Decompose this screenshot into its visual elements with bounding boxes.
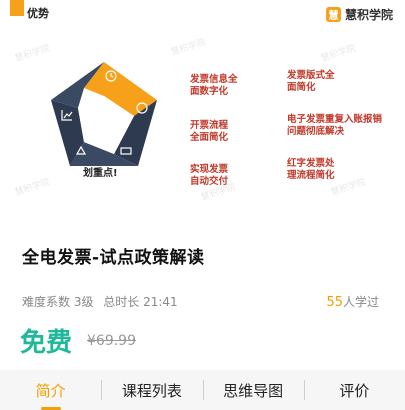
brand-name: 慧积学院 xyxy=(344,8,393,22)
learners-suffix: 人学过 xyxy=(342,295,379,309)
brand-icon: 慧 xyxy=(325,7,341,22)
tab-course-list[interactable]: 课程列表 xyxy=(101,370,202,410)
learners-number: 55 xyxy=(326,295,343,310)
course-cover: 优势 慧 慧积学院 慧积学院 慧积学院 慧积学院 慧积学院 慧积学院 慧积学院 xyxy=(0,0,405,226)
note-text: 发票信息全 面数字化 xyxy=(190,74,238,97)
tab-mind-map[interactable]: 思维导图 xyxy=(202,370,304,410)
course-meta: 难度系数 3级 总时长 21:41 xyxy=(22,293,184,310)
note-text: 开票流程 全面简化 xyxy=(190,120,229,143)
learners-count: 55人学过 xyxy=(326,293,379,310)
corner-accent-bar xyxy=(10,0,24,16)
note-text: 红字发票处 理流程简化 xyxy=(287,158,335,181)
duration-text: 总时长 21:41 xyxy=(103,295,178,309)
course-tabs: 简介 课程列表 思维导图 评价 xyxy=(0,370,405,410)
watermark: 慧积学院 xyxy=(13,177,52,199)
note-text: 实现发票 自动交付 xyxy=(190,164,229,187)
course-title: 全电发票-试点政策解读 xyxy=(22,248,205,268)
tab-intro[interactable]: 简介 xyxy=(0,370,101,410)
center-label: 划重点! xyxy=(83,168,118,179)
price-free: 免费 xyxy=(20,328,73,358)
tab-reviews[interactable]: 评价 xyxy=(303,370,405,410)
section-label: 优势 xyxy=(27,7,49,20)
note-text: 发票版式全 面简化 xyxy=(287,70,335,93)
brand-logo: 慧 慧积学院 xyxy=(325,6,393,23)
watermark: 慧积学院 xyxy=(319,43,358,65)
pentagon-diagram xyxy=(44,58,164,176)
watermark: 慧积学院 xyxy=(169,37,208,59)
difficulty-text: 难度系数 3级 xyxy=(22,295,94,309)
note-text: 电子发票重复入账报销 问题彻底解决 xyxy=(287,114,383,137)
price-original: ¥69.99 xyxy=(87,333,136,349)
